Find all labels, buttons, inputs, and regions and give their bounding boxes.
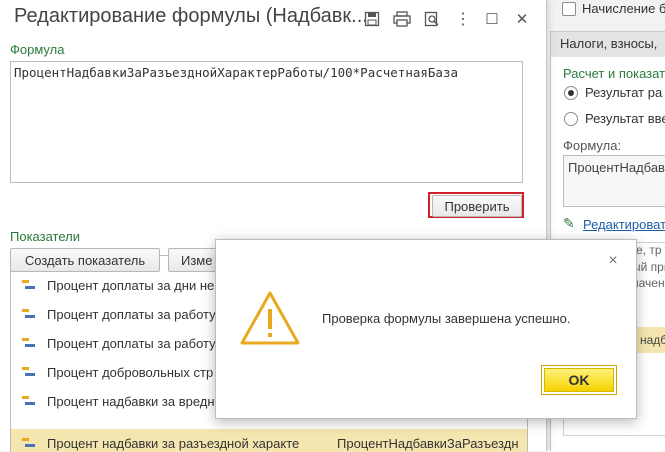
calculation-section-title: Расчет и показат — [563, 66, 665, 81]
indicator-icon — [22, 367, 36, 379]
pencil-icon: ✎ — [563, 215, 575, 231]
result-entered-radio[interactable] — [564, 112, 578, 126]
indicator-name: Процент добровольных стр — [47, 365, 214, 380]
formula-preview-text: ПроцентНадбавк — [568, 160, 665, 175]
indicator-name: Процент доплаты за работу — [47, 307, 216, 322]
indicator-icon — [22, 438, 36, 450]
ok-button[interactable]: OK — [544, 368, 614, 392]
close-icon[interactable]: ✕ — [511, 8, 533, 30]
dialog-title: Редактирование формулы (Надбавк... — [14, 5, 368, 27]
result-entered-label: Результат вве — [585, 111, 665, 126]
indicator-name: Процент доплаты за дни не — [47, 278, 215, 293]
message-close-icon[interactable]: × — [605, 253, 621, 269]
maximize-icon[interactable]: ☐ — [481, 8, 503, 30]
indicators-label: Показатели — [10, 229, 80, 244]
indicator-icon — [22, 280, 36, 292]
accrual-checkbox[interactable] — [562, 2, 576, 16]
formula-text: ПроцентНадбавкиЗаРазъезднойХарактерРабот… — [14, 65, 459, 80]
warning-icon — [239, 290, 301, 346]
indicator-name: Процент доплаты за работу — [47, 336, 216, 351]
selected-row-text: надба — [640, 333, 665, 347]
indicator-icon — [22, 309, 36, 321]
list-item-selected[interactable]: Процент надбавки за разъездной характе П… — [11, 429, 527, 452]
accrual-checkbox-label: Начисление б — [582, 1, 665, 16]
indicator-name: Процент надбавки за вредн — [47, 394, 215, 409]
indicator-name: Процент надбавки за разъездной характе — [47, 436, 300, 451]
result-calculated-radio[interactable] — [564, 86, 578, 100]
create-indicator-button[interactable]: Создать показатель — [10, 248, 160, 272]
formula-label: Формула: — [563, 138, 622, 153]
print-icon[interactable] — [391, 8, 413, 30]
preview-icon[interactable] — [421, 8, 443, 30]
indicator-icon — [22, 396, 36, 408]
tab-taxes-label: Налоги, взносы, — [560, 36, 658, 51]
check-button[interactable]: Проверить — [432, 195, 522, 217]
formula-section-label: Формула — [10, 42, 65, 57]
save-icon[interactable] — [361, 8, 383, 30]
more-icon[interactable]: ⋮ — [452, 8, 474, 30]
result-calculated-label: Результат ра — [585, 85, 663, 100]
indicator-id: ПроцентНадбавкиЗаРазъездн — [337, 436, 519, 451]
edit-formula-link[interactable]: Редактироват — [583, 217, 665, 232]
lower-text-1: е, тр — [636, 243, 662, 257]
message-text: Проверка формулы завершена успешно. — [322, 311, 571, 326]
indicator-icon — [22, 338, 36, 350]
